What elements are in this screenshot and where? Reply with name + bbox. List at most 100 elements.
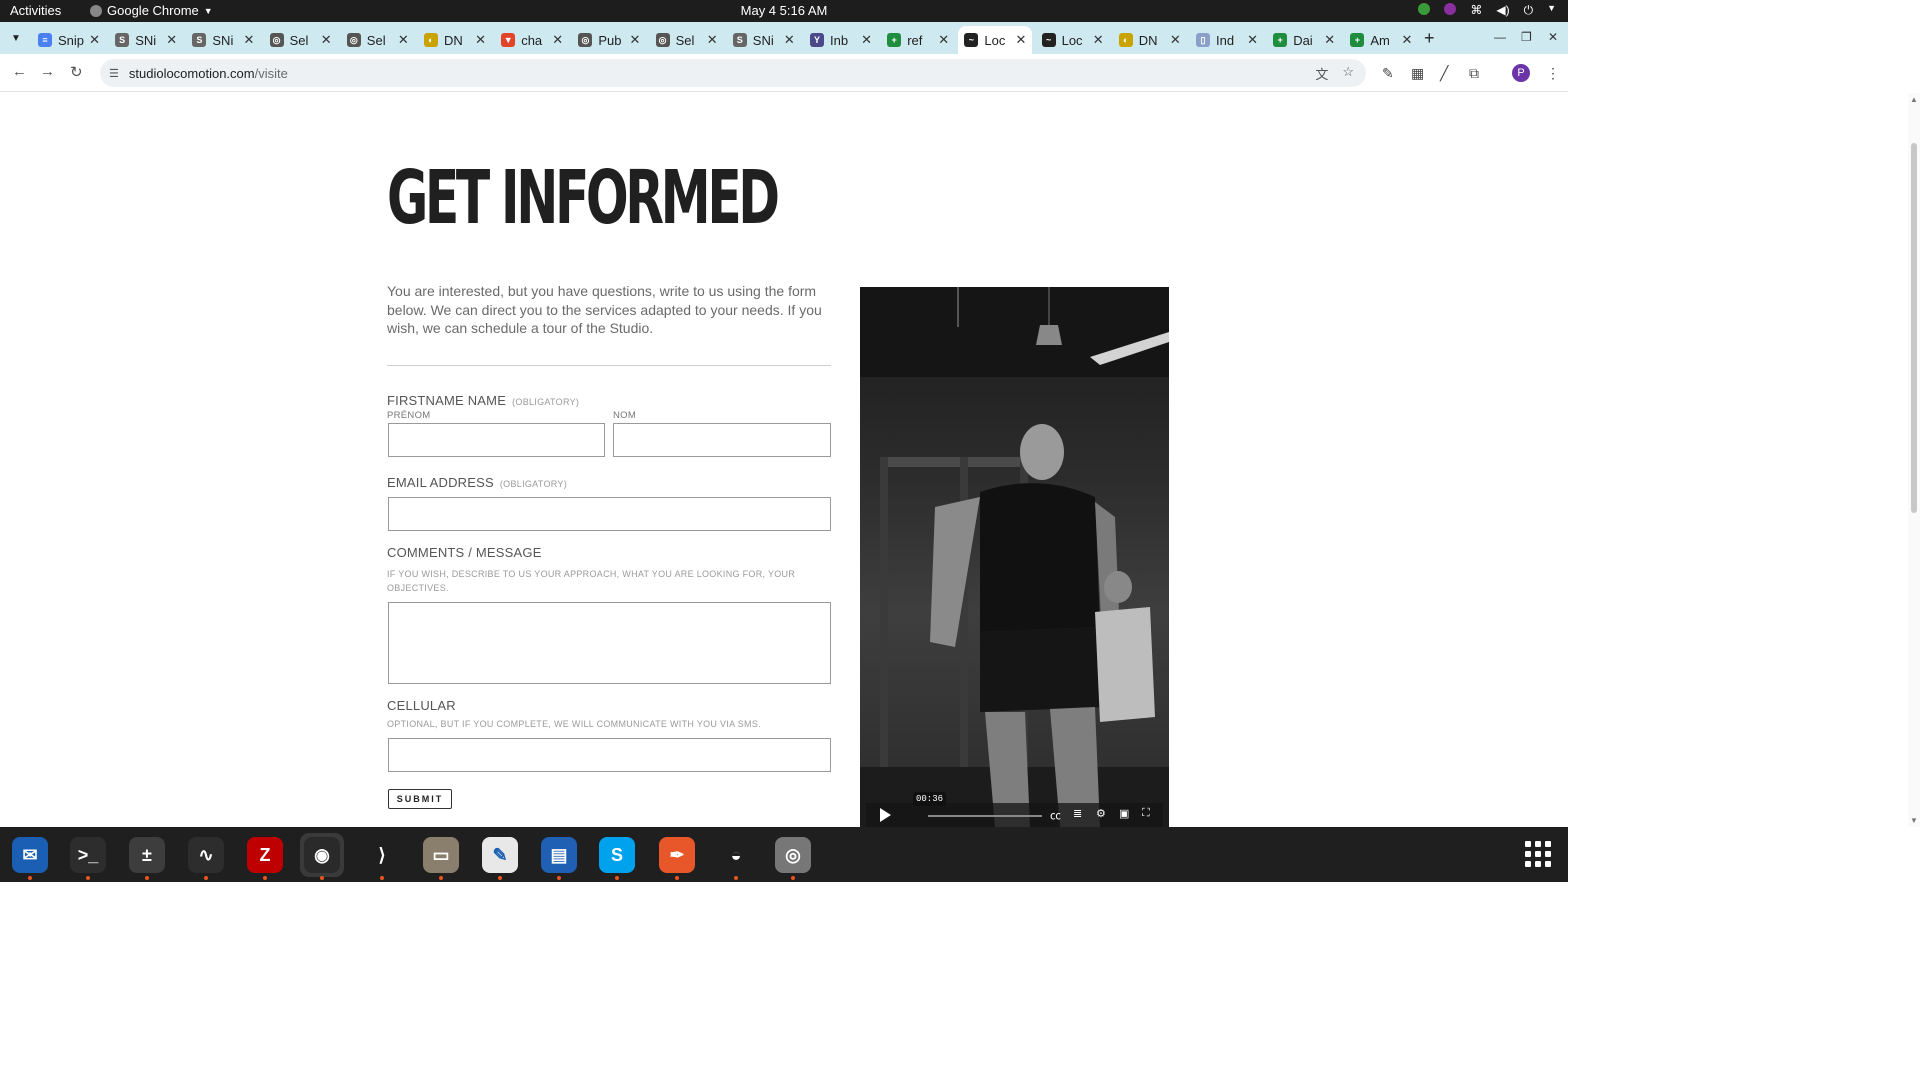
new-tab-button[interactable]: + xyxy=(1424,28,1435,49)
tab-close-icon[interactable]: ✕ xyxy=(707,32,718,48)
close-window-button[interactable]: ✕ xyxy=(1548,30,1558,44)
lastname-input[interactable] xyxy=(613,423,831,457)
submit-button[interactable]: SUBMIT xyxy=(388,789,452,809)
browser-tab[interactable]: S SNi ✕ xyxy=(186,26,260,54)
tab-close-icon[interactable]: ✕ xyxy=(398,32,409,48)
tab-close-icon[interactable]: ✕ xyxy=(629,32,640,48)
dock-app-inkscape[interactable]: ✒ xyxy=(655,833,699,880)
dock-app-calculator[interactable]: ± xyxy=(125,833,169,880)
tab-close-icon[interactable]: ✕ xyxy=(243,32,254,48)
tab-close-icon[interactable]: ✕ xyxy=(1170,32,1181,48)
transcript-icon[interactable]: ≣ xyxy=(1073,807,1082,820)
dock-app-thunderbird[interactable]: ✉ xyxy=(8,833,52,880)
chevron-down-icon[interactable]: ▼ xyxy=(1547,3,1556,18)
tab-title: SNi xyxy=(135,32,157,48)
dock-app-system-monitor[interactable]: ∿ xyxy=(184,833,228,880)
picture-in-picture-icon[interactable]: ▣ xyxy=(1119,807,1129,820)
browser-tab[interactable]: ◎ Sel ✕ xyxy=(264,26,338,54)
dock-app-filezilla[interactable]: Z xyxy=(243,833,287,880)
browser-tab[interactable]: Y Inb ✕ xyxy=(804,26,878,54)
video-player[interactable]: ㏄ ≣ ⚙ ▣ ⛶ xyxy=(860,287,1169,827)
extension-icon[interactable] xyxy=(1444,3,1457,15)
pen-extension-icon[interactable]: ╱ xyxy=(1440,65,1448,82)
tab-close-icon[interactable]: ✕ xyxy=(89,32,100,48)
eyedropper-extension-icon[interactable]: ✎ xyxy=(1382,65,1394,82)
dock-app-chrome[interactable]: ◉ xyxy=(300,833,344,880)
tab-close-icon[interactable]: ✕ xyxy=(784,32,795,48)
reload-button[interactable]: ↻ xyxy=(70,63,83,81)
browser-tab[interactable]: ~ Loc ✕ xyxy=(1036,26,1110,54)
dock-app-blender[interactable]: ◒ xyxy=(714,833,758,880)
dock-app-skype[interactable]: S xyxy=(595,833,639,880)
translate-icon[interactable]: 文 xyxy=(1315,64,1328,83)
update-icon[interactable] xyxy=(1418,3,1431,15)
tab-search-button[interactable]: ▼ xyxy=(5,27,27,49)
back-button[interactable]: ← xyxy=(12,63,27,80)
page-scrollbar[interactable]: ▲ ▼ xyxy=(1908,93,1920,827)
browser-tab[interactable]: ~ Loc ✕ xyxy=(958,26,1033,54)
tab-close-icon[interactable]: ✕ xyxy=(1093,32,1104,48)
browser-tab[interactable]: + Am ✕ xyxy=(1344,26,1418,54)
tab-close-icon[interactable]: ✕ xyxy=(552,32,563,48)
dock-app-files[interactable]: ▭ xyxy=(419,833,463,880)
tab-close-icon[interactable]: ✕ xyxy=(1324,32,1335,48)
scroll-up-icon[interactable]: ▲ xyxy=(1910,95,1918,104)
intro-text: You are interested, but you have questio… xyxy=(387,283,822,336)
browser-tab[interactable]: S SNi ✕ xyxy=(109,26,183,54)
calendar-extension-icon[interactable]: ▦ xyxy=(1411,65,1424,82)
play-icon[interactable] xyxy=(880,808,891,822)
tab-close-icon[interactable]: ✕ xyxy=(1247,32,1258,48)
firstname-input[interactable] xyxy=(388,423,605,457)
dock-app-terminal[interactable]: >_ xyxy=(66,833,110,880)
tab-close-icon[interactable]: ✕ xyxy=(1015,32,1026,48)
address-bar[interactable]: ☰ studiolocomotion.com/visite 文 ☆ xyxy=(100,59,1366,87)
cellular-input[interactable] xyxy=(388,738,831,772)
scroll-down-icon[interactable]: ▼ xyxy=(1910,816,1918,825)
minimize-button[interactable]: — xyxy=(1494,30,1506,44)
dock-app-writer[interactable]: ▤ xyxy=(537,833,581,880)
bookmark-star-icon[interactable]: ☆ xyxy=(1342,64,1354,83)
dock-app-disks[interactable]: ◎ xyxy=(771,833,815,880)
browser-tab[interactable]: ▯ Ind ✕ xyxy=(1190,26,1264,54)
comments-textarea[interactable] xyxy=(388,602,831,684)
clock[interactable]: May 4 5:16 AM xyxy=(0,3,1568,18)
browser-tab[interactable]: ◐ DN ✕ xyxy=(418,26,492,54)
dock-app-text-editor[interactable]: ✎ xyxy=(478,833,522,880)
maximize-button[interactable]: ❐ xyxy=(1521,30,1532,44)
network-icon[interactable]: ⌘ xyxy=(1470,3,1482,18)
power-icon[interactable]: ⏻ xyxy=(1524,3,1534,18)
more-menu-icon[interactable]: ⋮ xyxy=(1546,65,1560,82)
browser-tab[interactable]: S SNi ✕ xyxy=(727,26,801,54)
tab-close-icon[interactable]: ✕ xyxy=(1401,32,1412,48)
scrollbar-thumb[interactable] xyxy=(1911,143,1917,513)
dock-app-vscode[interactable]: ⟩ xyxy=(360,833,404,880)
tab-close-icon[interactable]: ✕ xyxy=(861,32,872,48)
browser-tab[interactable]: + ref ✕ xyxy=(881,26,955,54)
browser-tab[interactable]: ◎ Pub ✕ xyxy=(572,26,646,54)
activities-button[interactable]: Activities xyxy=(10,3,61,18)
browser-tab[interactable]: ◐ DN ✕ xyxy=(1113,26,1187,54)
browser-tab[interactable]: ◎ Sel ✕ xyxy=(341,26,415,54)
extensions-puzzle-icon[interactable]: ⧉ xyxy=(1469,65,1479,82)
browser-tab[interactable]: ◎ Sel ✕ xyxy=(650,26,724,54)
app-menu[interactable]: Google Chrome ▼ xyxy=(90,3,213,18)
browser-tab[interactable]: ▼ cha ✕ xyxy=(495,26,569,54)
tab-close-icon[interactable]: ✕ xyxy=(166,32,177,48)
browser-tab[interactable]: + Dai ✕ xyxy=(1267,26,1341,54)
divider xyxy=(387,365,831,366)
forward-button[interactable]: → xyxy=(40,63,55,80)
site-info-icon[interactable]: ☰ xyxy=(109,67,119,80)
tab-close-icon[interactable]: ✕ xyxy=(938,32,949,48)
profile-avatar[interactable]: P xyxy=(1512,64,1530,82)
tab-close-icon[interactable]: ✕ xyxy=(321,32,332,48)
email-input[interactable] xyxy=(388,497,831,531)
video-progress-bar[interactable] xyxy=(928,815,1042,817)
captions-icon[interactable]: ㏄ xyxy=(1050,807,1061,823)
fullscreen-icon[interactable]: ⛶ xyxy=(1142,807,1150,820)
volume-icon[interactable]: ◀) xyxy=(1496,3,1509,18)
show-apps-button[interactable] xyxy=(1525,841,1551,867)
system-tray[interactable]: ⌘ ◀) ⏻ ▼ xyxy=(1418,3,1556,18)
settings-gear-icon[interactable]: ⚙ xyxy=(1096,807,1106,820)
tab-close-icon[interactable]: ✕ xyxy=(475,32,486,48)
browser-tab[interactable]: ≡ Snip ✕ xyxy=(32,26,106,54)
